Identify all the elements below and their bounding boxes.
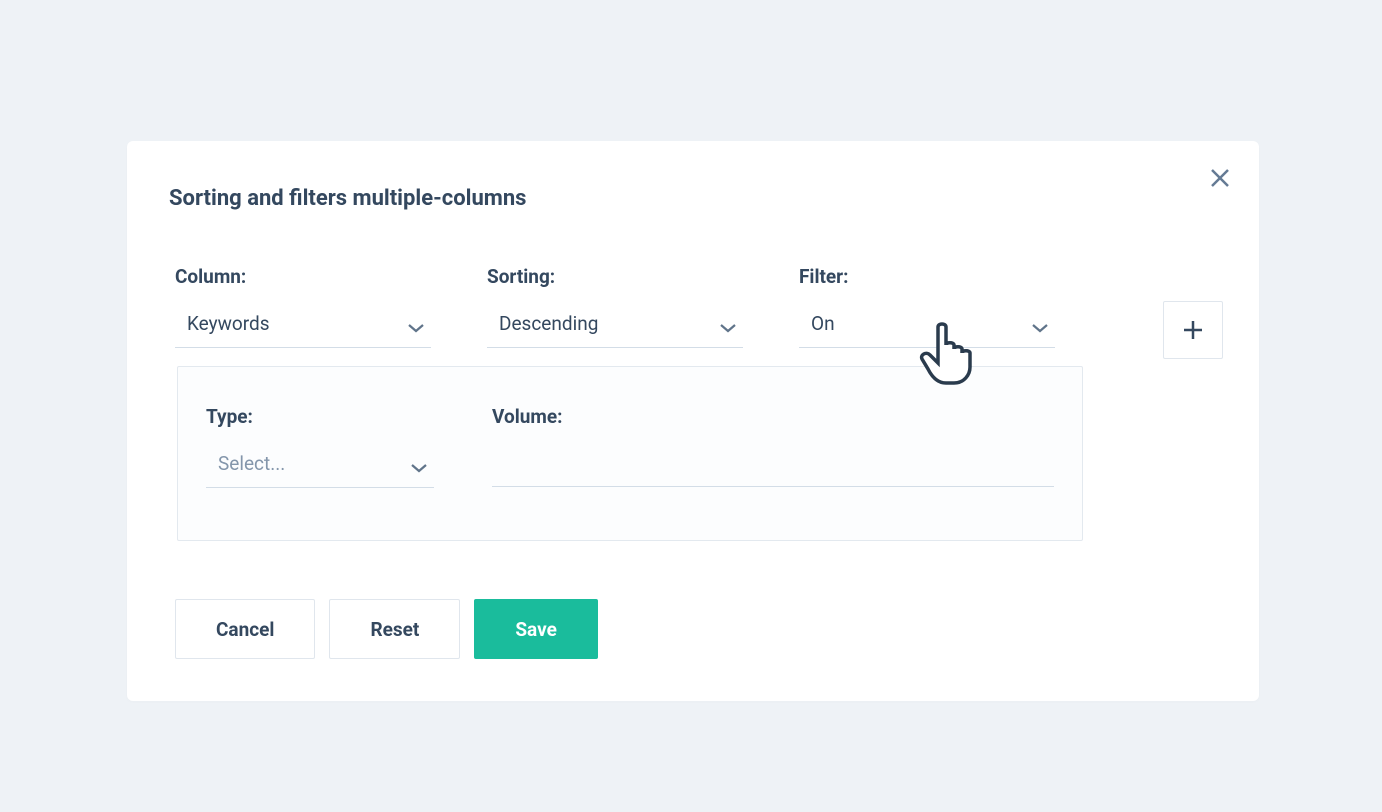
column-select[interactable]: Keywords <box>175 306 431 348</box>
modal-title: Sorting and filters multiple-columns <box>169 186 1211 211</box>
reset-button[interactable]: Reset <box>329 599 460 659</box>
cancel-button-label: Cancel <box>216 618 274 641</box>
main-row: Column: Keywords Sorting: Descending Fil… <box>175 265 1211 348</box>
chevron-down-icon <box>719 319 737 338</box>
sorting-filters-modal: Sorting and filters multiple-columns Col… <box>127 141 1259 701</box>
sorting-label: Sorting: <box>487 265 743 288</box>
sorting-value: Descending <box>499 312 598 335</box>
sorting-field-group: Sorting: Descending <box>487 265 743 348</box>
filter-field-group: Filter: On <box>799 265 1055 348</box>
column-label: Column: <box>175 265 431 288</box>
filter-detail-panel: Type: Select... Volume: <box>177 366 1083 541</box>
volume-field-group: Volume: <box>492 405 1054 488</box>
volume-input[interactable] <box>492 446 1054 487</box>
plus-icon <box>1181 318 1205 342</box>
save-button[interactable]: Save <box>474 599 598 659</box>
column-value: Keywords <box>187 312 270 335</box>
chevron-down-icon <box>407 319 425 338</box>
chevron-down-icon <box>1031 319 1049 338</box>
close-button[interactable] <box>1209 167 1231 189</box>
close-icon <box>1210 168 1230 188</box>
filter-label: Filter: <box>799 265 1055 288</box>
type-placeholder: Select... <box>218 452 285 475</box>
filter-select[interactable]: On <box>799 306 1055 348</box>
type-label: Type: <box>206 405 434 428</box>
filter-value: On <box>811 312 835 335</box>
reset-button-label: Reset <box>370 618 419 641</box>
volume-label: Volume: <box>492 405 1054 428</box>
sorting-select[interactable]: Descending <box>487 306 743 348</box>
type-field-group: Type: Select... <box>206 405 434 488</box>
save-button-label: Save <box>515 618 557 641</box>
action-buttons: Cancel Reset Save <box>175 599 1211 659</box>
cancel-button[interactable]: Cancel <box>175 599 315 659</box>
chevron-down-icon <box>410 459 428 478</box>
add-row-button[interactable] <box>1163 301 1223 359</box>
type-select[interactable]: Select... <box>206 446 434 488</box>
column-field-group: Column: Keywords <box>175 265 431 348</box>
